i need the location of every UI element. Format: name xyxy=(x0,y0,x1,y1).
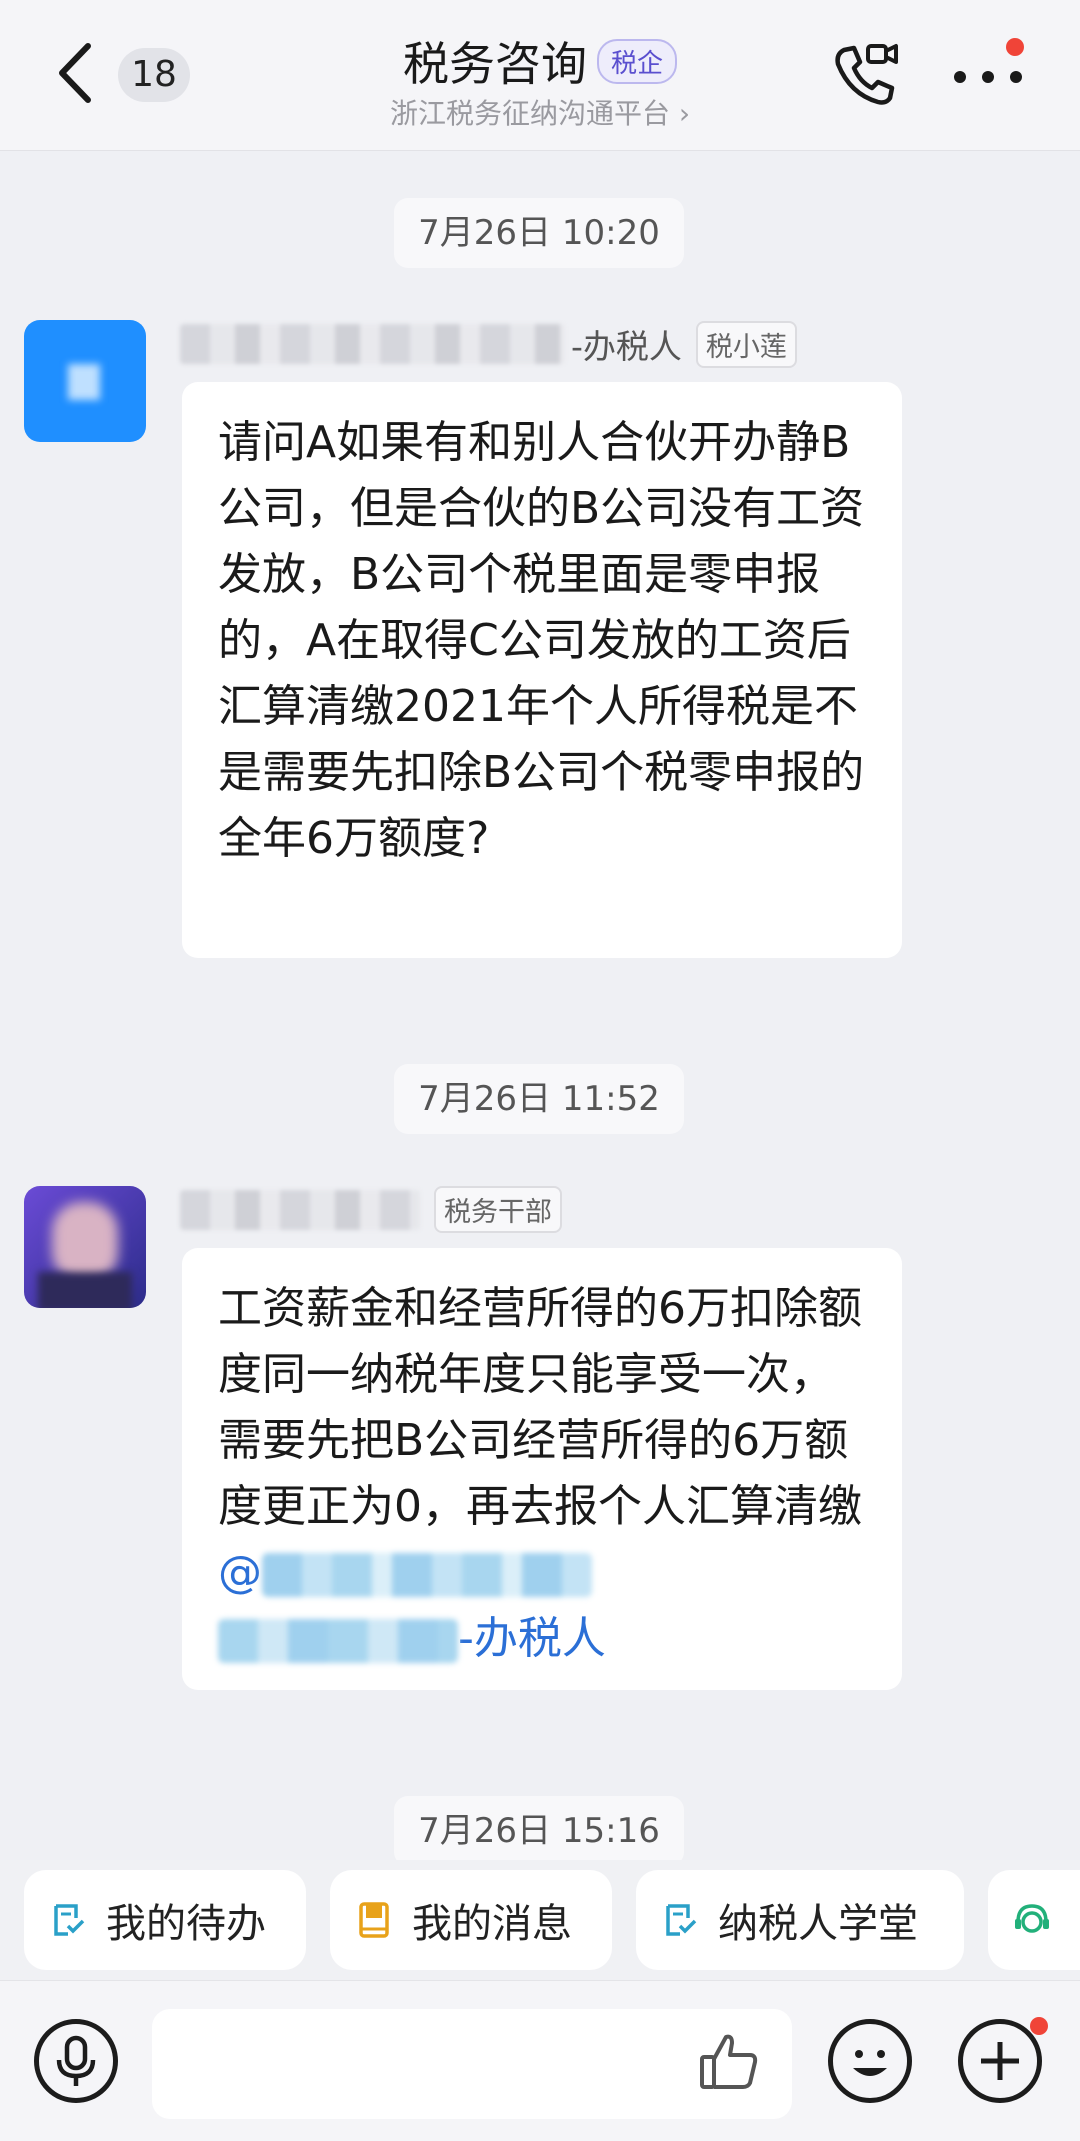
role-tag: 税务干部 xyxy=(434,1186,562,1233)
school-icon xyxy=(666,1904,697,1936)
redacted-sender-name xyxy=(180,324,565,364)
sender-name-suffix: -办税人 xyxy=(571,327,682,366)
chat-header: 18 税务咨询 税企 浙江税务征纳沟通平台 › xyxy=(0,0,1080,151)
quick-action-school[interactable]: 纳税人学堂 xyxy=(636,1870,964,1970)
message-text: 工资薪金和经营所得的6万扣除额度同一纳税年度只能享受一次，需要先把B公司经营所得… xyxy=(218,1283,862,1532)
avatar[interactable] xyxy=(24,320,146,442)
quick-action-todo[interactable]: 我的待办 xyxy=(24,1870,306,1970)
chat-subtitle[interactable]: 浙江税务征纳沟通平台 › xyxy=(0,92,1080,132)
mention-suffix: -办税人 xyxy=(458,1613,606,1664)
quick-actions-bar: 我的待办 我的消息 纳税人学堂 xyxy=(0,1860,1080,1980)
quick-action-service[interactable] xyxy=(988,1870,1080,1970)
more-options-icon[interactable] xyxy=(950,52,1030,102)
add-notification-dot xyxy=(1030,2017,1048,2035)
microphone-icon xyxy=(56,2035,96,2086)
quick-action-label: 纳税人学堂 xyxy=(718,1901,918,1947)
message-bubble[interactable]: 请问A如果有和别人合伙开办静B公司，但是合伙的B公司没有工资发放，B公司个税里面… xyxy=(182,382,902,958)
title-badge: 税企 xyxy=(596,38,677,84)
sender-row: -办税人 税小莲 xyxy=(180,320,797,370)
sender-row: 税务干部 xyxy=(180,1186,562,1236)
chat-title[interactable]: 税务咨询 xyxy=(403,37,587,91)
timestamp: 7月26日 15:16 xyxy=(394,1796,684,1866)
avatar-blur xyxy=(52,1202,118,1282)
avatar[interactable] xyxy=(24,1186,146,1308)
timestamp: 7月26日 11:52 xyxy=(394,1064,684,1134)
add-more-button[interactable] xyxy=(958,2019,1042,2103)
thumbs-up-icon[interactable] xyxy=(694,2027,764,2097)
avatar-blur xyxy=(38,1272,132,1308)
quick-action-messages[interactable]: 我的消息 xyxy=(330,1870,612,1970)
emoji-button[interactable] xyxy=(828,2019,912,2103)
plus-icon xyxy=(981,2042,1019,2080)
todo-icon xyxy=(54,1904,85,1936)
redacted-mention-name xyxy=(218,1619,458,1663)
more-notification-dot xyxy=(1006,38,1024,56)
input-bar xyxy=(0,1980,1080,2141)
phone-video-call-icon[interactable] xyxy=(830,40,900,110)
redacted-mention-name xyxy=(262,1553,592,1597)
role-tag: 税小莲 xyxy=(695,320,797,368)
avatar-blur xyxy=(68,364,100,400)
quick-action-label: 我的消息 xyxy=(412,1901,572,1947)
title-row: 税务咨询 税企 xyxy=(0,28,1080,94)
voice-button[interactable] xyxy=(34,2019,118,2103)
mention-link[interactable]: @ -办税人 xyxy=(218,1547,606,1664)
service-icon xyxy=(1015,1904,1049,1933)
timestamp: 7月26日 10:20 xyxy=(394,198,684,268)
message-book-icon xyxy=(359,1902,389,1938)
emoji-icon xyxy=(853,2050,887,2076)
quick-action-label: 我的待办 xyxy=(106,1901,266,1947)
message-bubble[interactable]: 工资薪金和经营所得的6万扣除额度同一纳税年度只能享受一次，需要先把B公司经营所得… xyxy=(182,1248,902,1690)
mention-at: @ xyxy=(218,1547,262,1598)
message-text: 请问A如果有和别人合伙开办静B公司，但是合伙的B公司没有工资发放，B公司个税里面… xyxy=(218,417,865,864)
redacted-sender-name xyxy=(180,1189,420,1230)
